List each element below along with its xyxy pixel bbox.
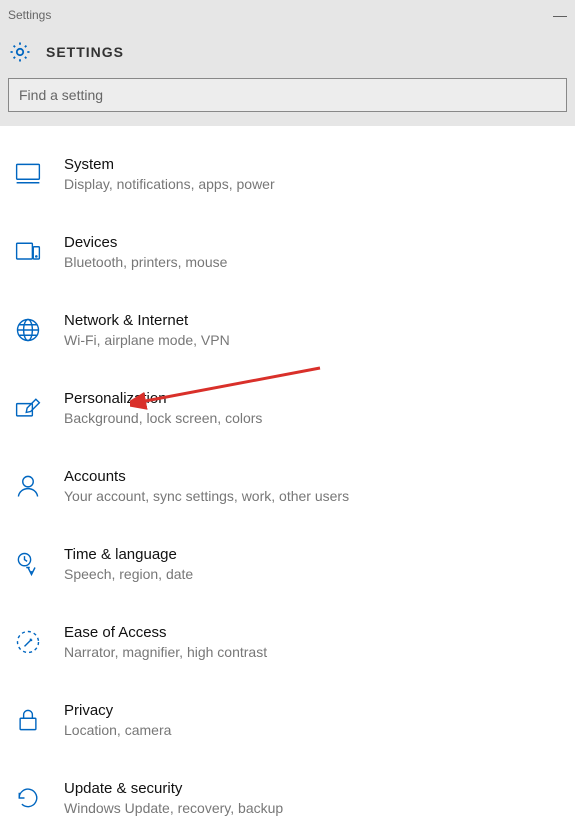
minimize-button[interactable]: — — [553, 7, 567, 23]
lock-icon — [12, 704, 44, 736]
item-desc: Location, camera — [64, 722, 171, 738]
item-desc: Windows Update, recovery, backup — [64, 800, 283, 816]
item-title: Privacy — [64, 702, 171, 719]
display-icon — [12, 158, 44, 190]
item-title: System — [64, 156, 275, 173]
settings-item-ease-of-access[interactable]: Ease of Access Narrator, magnifier, high… — [0, 614, 575, 670]
item-title: Devices — [64, 234, 227, 251]
item-desc: Wi-Fi, airplane mode, VPN — [64, 332, 230, 348]
settings-list: System Display, notifications, apps, pow… — [0, 126, 575, 826]
item-title: Time & language — [64, 546, 193, 563]
settings-item-update-security[interactable]: Update & security Windows Update, recove… — [0, 770, 575, 826]
window-title: Settings — [8, 8, 51, 22]
devices-icon — [12, 236, 44, 268]
item-title: Personalization — [64, 390, 262, 407]
settings-item-devices[interactable]: Devices Bluetooth, printers, mouse — [0, 224, 575, 280]
item-title: Update & security — [64, 780, 283, 797]
titlebar: Settings — — [0, 0, 575, 30]
item-desc: Display, notifications, apps, power — [64, 176, 275, 192]
item-title: Accounts — [64, 468, 349, 485]
item-desc: Speech, region, date — [64, 566, 193, 582]
item-desc: Background, lock screen, colors — [64, 410, 262, 426]
settings-item-accounts[interactable]: Accounts Your account, sync settings, wo… — [0, 458, 575, 514]
header: SETTINGS — [0, 30, 575, 126]
settings-item-time-language[interactable]: Time & language Speech, region, date — [0, 536, 575, 592]
page-title: SETTINGS — [46, 44, 124, 60]
settings-item-system[interactable]: System Display, notifications, apps, pow… — [0, 146, 575, 202]
item-desc: Your account, sync settings, work, other… — [64, 488, 349, 504]
gear-icon — [8, 40, 32, 64]
settings-item-personalization[interactable]: Personalization Background, lock screen,… — [0, 380, 575, 436]
settings-item-network[interactable]: Network & Internet Wi-Fi, airplane mode,… — [0, 302, 575, 358]
settings-item-privacy[interactable]: Privacy Location, camera — [0, 692, 575, 748]
item-title: Ease of Access — [64, 624, 267, 641]
update-icon — [12, 782, 44, 814]
ease-of-access-icon — [12, 626, 44, 658]
item-desc: Bluetooth, printers, mouse — [64, 254, 227, 270]
time-language-icon — [12, 548, 44, 580]
search-input[interactable] — [8, 78, 567, 112]
item-title: Network & Internet — [64, 312, 230, 329]
header-title-row: SETTINGS — [8, 40, 567, 64]
user-icon — [12, 470, 44, 502]
personalization-icon — [12, 392, 44, 424]
item-desc: Narrator, magnifier, high contrast — [64, 644, 267, 660]
globe-icon — [12, 314, 44, 346]
